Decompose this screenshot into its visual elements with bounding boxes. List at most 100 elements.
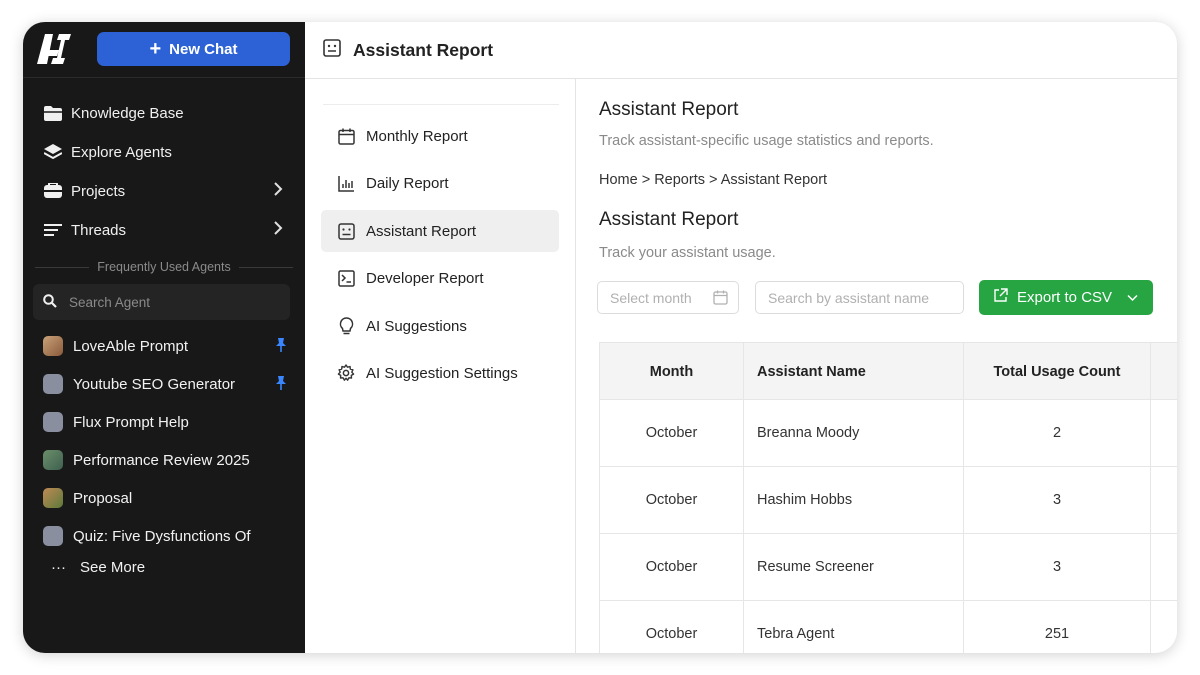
search-agent-input[interactable]: Search Agent	[33, 284, 290, 320]
submenu-item-label: AI Suggestion Settings	[366, 364, 518, 382]
chevron-right-icon	[273, 181, 283, 202]
cell-assistant-name: Resume Screener	[743, 534, 963, 600]
agent-avatar	[43, 336, 63, 356]
cell-month: October	[645, 626, 698, 642]
export-csv-button[interactable]: Export to CSV	[979, 280, 1153, 315]
assistant-icon	[337, 222, 355, 240]
column-header-assistant-name[interactable]: Assistant Name	[743, 343, 963, 401]
submenu-item-label: Daily Report	[366, 174, 449, 192]
lightbulb-icon	[337, 316, 355, 335]
frequently-used-header: Frequently Used Agents	[35, 260, 294, 274]
cell-month: October	[645, 425, 698, 441]
gear-icon	[337, 364, 355, 382]
cell-month: October	[645, 492, 698, 508]
agent-label: Quiz: Five Dysfunctions Of	[73, 527, 251, 545]
submenu-item-daily-report[interactable]: Daily Report	[321, 162, 559, 204]
agent-item-flux-prompt-help[interactable]: Flux Prompt Help	[43, 410, 288, 434]
pin-icon[interactable]	[274, 375, 288, 395]
sidebar-item-projects[interactable]: Projects	[43, 178, 283, 204]
export-label: Export to CSV	[1017, 289, 1113, 306]
assistant-usage-table: Month Assistant Name Total Usage Count O…	[599, 342, 1177, 653]
divider-line	[35, 266, 90, 268]
section-title: Assistant Report	[599, 209, 739, 230]
column-header-month[interactable]: Month	[600, 343, 743, 401]
submenu-item-label: Developer Report	[366, 269, 484, 287]
submenu-item-developer-report[interactable]: Developer Report	[321, 257, 559, 299]
app-window: + New Chat Knowledge Base Explore Agents…	[23, 22, 1177, 653]
cell-total-usage: 251	[963, 601, 1151, 653]
sidebar-item-label: Explore Agents	[71, 143, 172, 161]
section-subtitle: Track your assistant usage.	[599, 245, 776, 261]
report-submenu: Monthly Report Daily Report Assistant Re…	[305, 79, 576, 653]
new-chat-label: New Chat	[169, 40, 238, 58]
new-chat-button[interactable]: + New Chat	[97, 32, 290, 66]
table-row[interactable]: October Breanna Moody 2	[599, 400, 1177, 467]
agent-item-performance-review-2025[interactable]: Performance Review 2025	[43, 448, 288, 472]
sidebar: + New Chat Knowledge Base Explore Agents…	[23, 22, 305, 653]
calendar-icon	[337, 127, 355, 145]
sidebar-item-explore-agents[interactable]: Explore Agents	[43, 139, 283, 165]
layers-icon	[43, 142, 63, 162]
divider-line	[238, 266, 294, 268]
see-more-button[interactable]: ··· See More	[51, 559, 145, 576]
assistant-name-search-input[interactable]: Search by assistant name	[755, 281, 964, 314]
cell-assistant-name: Breanna Moody	[743, 400, 963, 466]
search-agent-placeholder: Search Agent	[69, 294, 151, 310]
submenu-item-monthly-report[interactable]: Monthly Report	[321, 115, 559, 157]
page-title: Assistant Report	[353, 39, 494, 60]
table-row[interactable]: October Hashim Hobbs 3	[599, 467, 1177, 534]
sidebar-item-label: Knowledge Base	[71, 104, 184, 122]
agent-label: LoveAble Prompt	[73, 337, 189, 355]
more-icon: ···	[51, 559, 66, 576]
column-header-total-usage[interactable]: Total Usage Count	[963, 343, 1151, 401]
frequently-used-label: Frequently Used Agents	[97, 260, 231, 274]
pin-icon[interactable]	[274, 337, 288, 357]
export-icon	[993, 288, 1008, 307]
agent-avatar	[43, 488, 63, 508]
submenu-item-label: Assistant Report	[366, 222, 477, 240]
agent-item-youtube-seo-generator[interactable]: Youtube SEO Generator	[43, 372, 288, 396]
submenu-item-ai-suggestions[interactable]: AI Suggestions	[321, 305, 559, 347]
calendar-icon	[713, 290, 728, 308]
agent-label: Performance Review 2025	[73, 451, 250, 469]
app-logo[interactable]	[33, 28, 75, 70]
agent-avatar	[43, 412, 63, 432]
assistant-name-placeholder: Search by assistant name	[768, 289, 930, 306]
cell-total-usage: 3	[963, 467, 1151, 533]
table-row[interactable]: October Resume Screener 3	[599, 534, 1177, 601]
main-content: Assistant Report Track assistant-specifi…	[576, 79, 1177, 653]
agent-label: Flux Prompt Help	[73, 413, 189, 431]
agent-item-quiz-five-dysfunctions[interactable]: Quiz: Five Dysfunctions Of	[43, 524, 288, 548]
folder-icon	[43, 103, 63, 123]
submenu-item-assistant-report[interactable]: Assistant Report	[321, 210, 559, 252]
cell-month: October	[645, 559, 698, 575]
agent-item-proposal[interactable]: Proposal	[43, 486, 288, 510]
sidebar-item-knowledge-base[interactable]: Knowledge Base	[43, 100, 283, 126]
breadcrumb[interactable]: Home > Reports > Assistant Report	[599, 172, 827, 188]
submenu-item-ai-suggestion-settings[interactable]: AI Suggestion Settings	[321, 352, 559, 394]
content-title: Assistant Report	[599, 99, 739, 120]
table-row[interactable]: October Tebra Agent 251	[599, 601, 1177, 653]
projects-icon	[43, 181, 63, 201]
see-more-label: See More	[80, 559, 146, 576]
terminal-icon	[337, 269, 355, 287]
agent-avatar	[43, 526, 63, 546]
agent-label: Youtube SEO Generator	[73, 375, 236, 393]
chevron-right-icon	[273, 220, 283, 241]
agent-item-loveable-prompt[interactable]: LoveAble Prompt	[43, 334, 288, 358]
agent-label: Proposal	[73, 489, 133, 507]
sidebar-item-threads[interactable]: Threads	[43, 217, 283, 243]
month-picker-input[interactable]: Select month	[597, 281, 739, 314]
agent-avatar	[43, 374, 63, 394]
chevron-down-icon	[1127, 289, 1138, 306]
sidebar-item-label: Projects	[71, 182, 126, 200]
cell-total-usage: 3	[963, 534, 1151, 600]
month-picker-placeholder: Select month	[610, 289, 692, 306]
assistant-icon	[323, 38, 341, 62]
submenu-item-label: Monthly Report	[366, 127, 468, 145]
agent-avatar	[43, 450, 63, 470]
cell-assistant-name: Hashim Hobbs	[743, 467, 963, 533]
search-icon	[43, 293, 57, 311]
threads-icon	[43, 220, 63, 240]
table-header: Month Assistant Name Total Usage Count	[599, 342, 1177, 401]
